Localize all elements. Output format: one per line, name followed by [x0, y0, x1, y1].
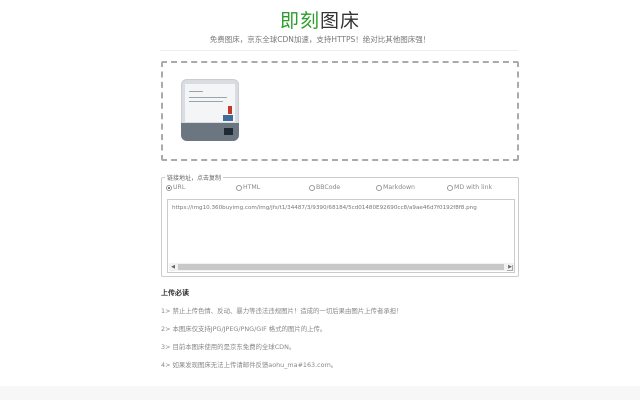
format-option-markdown[interactable]: Markdown [376, 184, 415, 191]
scroll-left-icon[interactable]: ◀ [169, 263, 177, 271]
page-title-part2: 图床 [320, 10, 361, 32]
page-title: 即刻图床 [0, 6, 640, 33]
format-option-md-with-link[interactable]: MD with link [447, 184, 492, 191]
radio-icon[interactable] [309, 184, 315, 191]
uploaded-image-thumbnail[interactable] [181, 79, 239, 141]
page-subtitle: 免费图床，京东全球CDN加速，支持HTTPS！绝对比其他图床强！ [209, 35, 431, 44]
format-option-url[interactable]: URL [166, 184, 185, 191]
notice-item: 2> 本图床仅支持JPG/JPEG/PNG/GIF 格式的图片的上传。 [161, 325, 327, 333]
resize-grip-icon[interactable] [507, 265, 513, 271]
radio-checked-icon[interactable] [166, 184, 172, 191]
thumbnail-paper [185, 84, 235, 122]
format-radio-group: URL HTML BBCode Markdown MD with link [166, 184, 514, 194]
notice-item: 1> 禁止上传色情、反动、暴力等违法违规图片！造成的一切后果由图片上传者承担！ [161, 307, 403, 315]
thumbnail-bar [181, 123, 239, 141]
page-title-part1: 即刻 [279, 10, 320, 32]
thumbnail-button-icon [224, 128, 233, 135]
format-option-bbcode[interactable]: BBCode [309, 184, 340, 191]
notice-item: 4> 如果发现图床无法上传请邮件反馈aohu_ma#163.com。 [161, 361, 338, 369]
format-option-label: HTML [243, 184, 261, 191]
radio-icon[interactable] [236, 184, 242, 191]
format-option-label: Markdown [383, 184, 415, 191]
format-option-label: BBCode [316, 184, 341, 191]
radio-icon[interactable] [376, 184, 382, 191]
radio-icon[interactable] [447, 184, 453, 191]
notice-item: 3> 目前本图床使用的是京东免费的全球CDN。 [161, 343, 296, 351]
link-panel-legend: 链接地址，点击复制 [165, 173, 224, 182]
scrollbar-thumb[interactable] [178, 264, 504, 270]
upload-dropzone[interactable] [161, 61, 519, 161]
link-output-textarea[interactable]: https://img10.360buyimg.com/img/jfs/t1/3… [167, 199, 515, 273]
link-panel: 链接地址，点击复制 URL HTML BBCode Markdown MD wi… [161, 173, 519, 277]
format-option-html[interactable]: HTML [236, 184, 260, 191]
format-option-label: URL [173, 184, 186, 191]
horizontal-scrollbar[interactable]: ◀ ▶ [169, 263, 514, 271]
link-output-text: https://img10.360buyimg.com/img/jfs/t1/3… [172, 205, 477, 211]
notice-title: 上传必读 [161, 288, 189, 297]
header-divider [160, 50, 518, 51]
footer-strip [0, 386, 640, 400]
format-option-label: MD with link [454, 184, 493, 191]
